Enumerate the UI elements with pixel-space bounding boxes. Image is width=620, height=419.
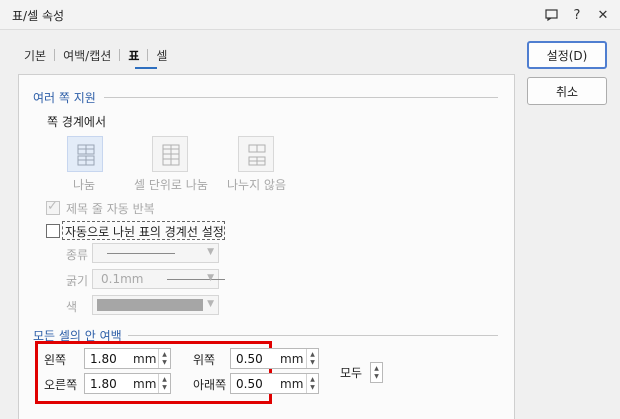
- active-tab-indicator: [135, 67, 157, 69]
- auto-border-checkbox[interactable]: [46, 224, 60, 238]
- tab-cell[interactable]: 셀: [148, 47, 175, 64]
- margin-top-input[interactable]: 0.50 mm ▲ ▼: [230, 348, 319, 369]
- spinner-arrows-icon[interactable]: ▲ ▼: [306, 374, 318, 393]
- color-swatch: [97, 299, 203, 311]
- margin-right-label: 오른쪽: [44, 378, 78, 392]
- help-icon[interactable]: ?: [568, 6, 586, 24]
- no-split-label: 나누지 않음: [227, 178, 287, 192]
- line-sample: [167, 279, 225, 280]
- margin-left-label: 왼쪽: [44, 353, 67, 367]
- section-divider: [104, 97, 498, 98]
- chevron-down-icon: ▼: [207, 247, 214, 257]
- line-sample: [107, 253, 175, 254]
- window-title: 표/셀 속성: [12, 9, 65, 23]
- split-option-icon[interactable]: [67, 136, 103, 172]
- margin-left-value: 1.80: [90, 352, 117, 366]
- section-divider: [128, 335, 498, 336]
- line-color-label: 색: [66, 300, 78, 314]
- margin-bottom-value: 0.50: [236, 377, 263, 391]
- margin-right-input[interactable]: 1.80 mm ▲ ▼: [84, 373, 171, 394]
- close-icon[interactable]: ✕: [594, 6, 612, 24]
- thickness-value: 0.1mm: [101, 272, 144, 286]
- spinner-arrows-icon[interactable]: ▲ ▼: [306, 349, 318, 368]
- split-option-label: 나눔: [73, 178, 96, 192]
- tab-bar: 기본 여백/캡션 표 셀: [16, 45, 175, 65]
- title-bar: 표/셀 속성 ? ✕: [0, 0, 620, 30]
- section-title-multi-page: 여러 쪽 지원: [33, 91, 96, 105]
- boundary-label: 쪽 경계에서: [47, 115, 107, 129]
- margin-all-label: 모두: [340, 366, 363, 380]
- margin-top-unit: mm: [280, 352, 304, 366]
- chevron-down-icon: ▼: [207, 273, 214, 283]
- margin-right-value: 1.80: [90, 377, 117, 391]
- repeat-header-checkbox[interactable]: ✓: [46, 199, 60, 215]
- line-type-label: 종류: [66, 248, 89, 262]
- line-type-select[interactable]: ▼: [92, 243, 219, 263]
- line-thickness-label: 굵기: [66, 274, 89, 288]
- comment-icon[interactable]: [542, 6, 560, 24]
- margin-top-value: 0.50: [236, 352, 263, 366]
- spinner-arrows-icon[interactable]: ▲ ▼: [158, 374, 170, 393]
- split-by-cell-label: 셀 단위로 나눔: [134, 178, 208, 192]
- check-icon: ✓: [47, 199, 58, 214]
- spinner-arrows-icon[interactable]: ▲ ▼: [158, 349, 170, 368]
- margin-bottom-unit: mm: [280, 377, 304, 391]
- margin-left-unit: mm: [133, 352, 157, 366]
- tab-basic[interactable]: 기본: [16, 47, 54, 64]
- line-color-select[interactable]: ▼: [92, 295, 219, 315]
- ok-button[interactable]: 설정(D): [527, 41, 607, 69]
- split-by-cell-icon[interactable]: [152, 136, 188, 172]
- margin-left-input[interactable]: 1.80 mm ▲ ▼: [84, 348, 171, 369]
- margin-top-label: 위쪽: [193, 353, 216, 367]
- margin-all-spinner[interactable]: ▲ ▼: [370, 362, 383, 383]
- line-thickness-select[interactable]: 0.1mm ▼: [92, 269, 225, 289]
- margin-right-unit: mm: [133, 377, 157, 391]
- no-split-icon[interactable]: [238, 136, 274, 172]
- repeat-header-label: 제목 줄 자동 반복: [66, 202, 155, 216]
- tab-margin-caption[interactable]: 여백/캡션: [55, 47, 119, 64]
- chevron-down-icon: ▼: [207, 299, 214, 309]
- tab-table[interactable]: 표: [120, 47, 147, 64]
- margin-bottom-label: 아래쪽: [193, 378, 227, 392]
- auto-border-label: 자동으로 나뉜 표의 경계선 설정: [65, 225, 224, 239]
- margin-bottom-input[interactable]: 0.50 mm ▲ ▼: [230, 373, 319, 394]
- cancel-button[interactable]: 취소: [527, 77, 607, 105]
